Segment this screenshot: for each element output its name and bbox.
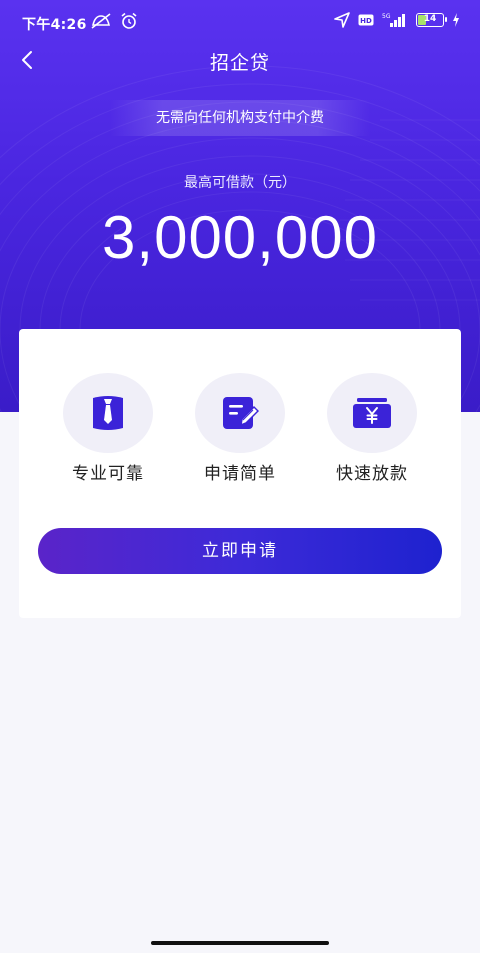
battery-icon: 14 [416,13,447,27]
alarm-icon [121,12,137,29]
feature-professional: 专业可靠 [48,373,168,484]
feature-label: 快速放款 [336,464,408,484]
feature-label: 申请简单 [204,464,276,484]
feature-icon-circle [195,373,285,453]
feature-icon-circle [63,373,153,453]
status-left-icons [90,12,138,30]
svg-text:HD: HD [360,17,372,25]
mute-notification-icon [91,13,111,29]
shield-tie-icon [93,396,123,430]
feature-list: 专业可靠 申请简单 快速放款 [19,373,461,484]
apply-now-button[interactable]: 立即申请 [38,528,442,574]
svg-text:5G: 5G [382,13,391,20]
page-title: 招企贷 [209,52,270,74]
home-indicator[interactable] [151,941,329,945]
yen-wallet-icon [353,398,391,428]
max-loan-amount: 3,000,000 [102,204,378,271]
feature-icon-circle [327,373,417,453]
navigation-bar: 招企贷 [0,40,480,80]
feature-card: 专业可靠 申请简单 快速放款 立即申请 [19,329,461,618]
feature-simple-application: 申请简单 [180,373,300,484]
battery-level: 14 [423,14,437,24]
status-time: 下午4:26 [22,17,87,33]
hd-icon: HD [358,14,374,26]
location-arrow-icon [334,12,350,28]
max-loan-label: 最高可借款（元） [184,175,296,191]
status-right-icons: HD 5G 14 [334,12,460,28]
no-fee-notice: 无需向任何机构支付中介费 [110,100,370,136]
signal-icon: 5G [382,13,405,27]
feature-fast-payout: 快速放款 [312,373,432,484]
edit-document-icon [223,397,259,429]
feature-label: 专业可靠 [72,464,144,484]
charging-icon [453,13,459,27]
